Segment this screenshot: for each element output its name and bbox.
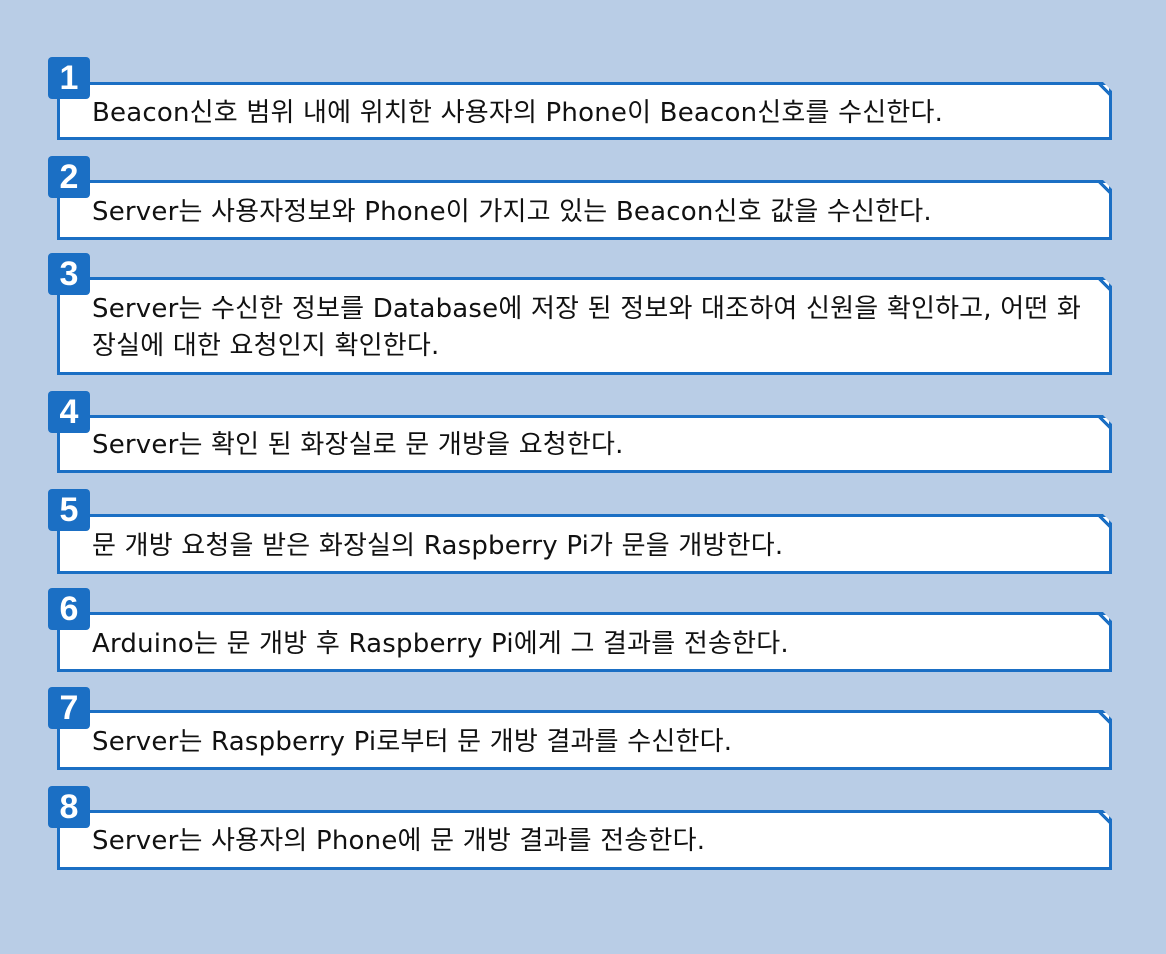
step-text: 문 개방 요청을 받은 화장실의 Raspberry Pi가 문을 개방한다.: [92, 531, 784, 561]
step-text: Server는 Raspberry Pi로부터 문 개방 결과를 수신한다.: [92, 727, 733, 757]
step-number-badge: 3: [48, 253, 90, 295]
step-text: Arduino는 문 개방 후 Raspberry Pi에게 그 결과를 전송한…: [92, 629, 789, 659]
step-number-badge: 7: [48, 687, 90, 729]
step-text: Server는 사용자의 Phone에 문 개방 결과를 전송한다.: [92, 826, 706, 856]
step-number-badge: 2: [48, 156, 90, 198]
step-number-badge: 8: [48, 786, 90, 828]
step-8: 8 Server는 사용자의 Phone에 문 개방 결과를 전송한다.: [48, 786, 1112, 870]
step-number-badge: 4: [48, 391, 90, 433]
step-3: 3 Server는 수신한 정보를 Database에 저장 된 정보와 대조하…: [48, 253, 1112, 375]
step-text: Beacon신호 범위 내에 위치한 사용자의 Phone이 Beacon신호를…: [92, 98, 944, 128]
step-7: 7 Server는 Raspberry Pi로부터 문 개방 결과를 수신한다.: [48, 687, 1112, 770]
step-text: Server는 확인 된 화장실로 문 개방을 요청한다.: [92, 430, 624, 460]
step-number-badge: 1: [48, 57, 90, 99]
step-number-badge: 6: [48, 588, 90, 630]
step-5: 5 문 개방 요청을 받은 화장실의 Raspberry Pi가 문을 개방한다…: [48, 489, 1112, 574]
step-text: Server는 수신한 정보를 Database에 저장 된 정보와 대조하여 …: [92, 294, 1082, 361]
step-text: Server는 사용자정보와 Phone이 가지고 있는 Beacon신호 값을…: [92, 197, 932, 227]
step-4: 4 Server는 확인 된 화장실로 문 개방을 요청한다.: [48, 391, 1112, 473]
step-2: 2 Server는 사용자정보와 Phone이 가지고 있는 Beacon신호 …: [48, 156, 1112, 240]
step-number-badge: 5: [48, 489, 90, 531]
step-6: 6 Arduino는 문 개방 후 Raspberry Pi에게 그 결과를 전…: [48, 588, 1112, 672]
step-1: 1 Beacon신호 범위 내에 위치한 사용자의 Phone이 Beacon신…: [48, 57, 1112, 140]
